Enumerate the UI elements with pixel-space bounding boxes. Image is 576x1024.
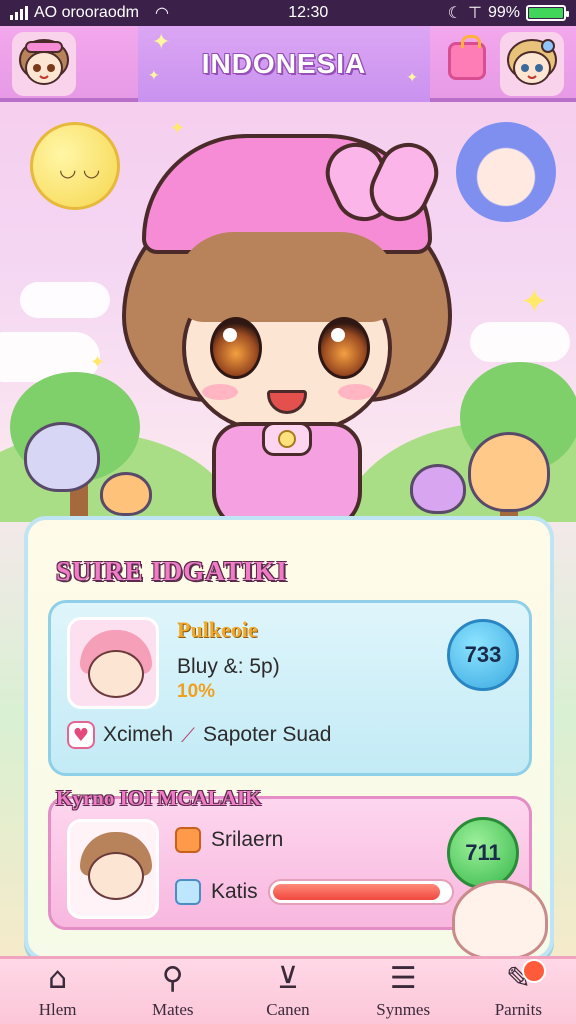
flame-icon	[175, 827, 201, 853]
status-bar: AO orooraodm ◠ 12:30 ☾ ⊤ 99%	[0, 0, 576, 26]
chibi-avatar-icon	[19, 39, 69, 85]
footer-left-label: Xcimeh	[103, 723, 174, 746]
friend-avatar[interactable]	[500, 32, 564, 96]
team-avatar	[67, 819, 159, 919]
nav-item-mates[interactable]: ⚲ Mates	[123, 963, 223, 1020]
search-icon: ⚲	[161, 961, 184, 996]
nav-item-synmes[interactable]: ☰ Synmes	[353, 963, 453, 1020]
cat-mascot	[24, 422, 100, 492]
footer-right-label: Sapoter Suad	[203, 723, 332, 746]
blush	[338, 384, 374, 400]
character-eye	[210, 317, 262, 379]
sparkle-icon: ✦	[152, 30, 171, 55]
header-title-box: ✦ ✦ ✦ INDONESIA	[138, 26, 430, 102]
nav-item-canen[interactable]: ⊻ Canen	[238, 963, 338, 1020]
wifi-icon: ◠	[154, 5, 169, 22]
list-icon: ☰	[389, 961, 417, 996]
dress-gem	[278, 430, 296, 448]
cloud	[470, 322, 570, 362]
battery-fill	[528, 8, 563, 18]
team-row-label: Srilaern	[211, 828, 284, 851]
nav-label: Mates	[152, 1000, 194, 1019]
battery-percent: 99%	[487, 4, 520, 21]
progress-fill	[272, 884, 440, 900]
progress-bar	[267, 879, 454, 905]
signal-icon	[10, 6, 28, 20]
team-row: Srilaern	[175, 827, 283, 853]
nav-item-home[interactable]: ⌂ Hlem	[8, 963, 108, 1020]
headphone-icon: ⊤	[468, 5, 482, 22]
gift-icon[interactable]	[448, 35, 486, 80]
player-stat: Bluy &: 5p)	[177, 655, 280, 678]
chevron-circle-icon: ⊻	[276, 961, 299, 996]
nav-item-parnits[interactable]: ✎ Parnits	[468, 959, 568, 1020]
smile-face: ◡ ◡	[59, 157, 101, 181]
sparkle-icon: ✦	[406, 70, 418, 86]
nav-label: Parnits	[494, 1000, 542, 1019]
moon-icon: ☾	[447, 5, 463, 22]
sparkle-icon: ✦	[520, 282, 549, 322]
clock: 12:30	[288, 4, 329, 21]
header: ✦ ✦ ✦ INDONESIA	[0, 26, 576, 102]
card-footer: ♥ Xcimeh ⟋ Sapoter Suad	[67, 721, 331, 749]
page-title: INDONESIA	[201, 48, 367, 79]
nav-label: Canen	[266, 1000, 310, 1019]
section-title: Kyrno IOI MCALAIK	[56, 786, 262, 810]
team-row: Katis	[175, 879, 454, 905]
water-icon	[175, 879, 201, 905]
balloon-mascot: ◡ ◡	[30, 122, 120, 210]
blush	[202, 384, 238, 400]
avatar-face	[88, 650, 144, 698]
player-percent: 10%	[177, 681, 216, 702]
score-badge[interactable]: 733	[447, 619, 519, 691]
panel-title: SUIRE IDGATIKI	[56, 556, 288, 586]
sparkle-icon: ✦	[148, 68, 160, 84]
profile-avatar[interactable]	[12, 32, 76, 96]
bottom-nav: ⌂ Hlem ⚲ Mates ⊻ Canen ☰ Synmes ✎ Parnit…	[0, 956, 576, 1024]
player-avatar	[67, 617, 159, 709]
character-fringe	[174, 232, 400, 322]
corgi-mascot	[468, 432, 550, 512]
score-badge[interactable]: 711	[447, 817, 519, 889]
sword-icon: ⟋	[181, 723, 196, 747]
notification-badge	[522, 959, 547, 983]
battery-icon	[525, 5, 569, 21]
chibi-avatar-icon	[507, 39, 557, 85]
avatar-face	[88, 852, 144, 900]
cloud	[20, 282, 110, 318]
cat-mascot	[452, 880, 548, 960]
carrier-label: AO orooraodm	[34, 4, 139, 21]
nav-label: Hlem	[38, 1000, 77, 1019]
main-character[interactable]	[112, 122, 462, 522]
home-icon: ⌂	[48, 961, 68, 996]
player-name: Pulkeoie	[177, 617, 258, 642]
blue-hair-mascot	[456, 122, 556, 222]
nav-label: Synmes	[376, 1000, 431, 1019]
team-row-label: Katis	[211, 880, 258, 903]
character-eye	[318, 317, 370, 379]
hero-scene: ◡ ◡ ✦ ✦ ✦	[0, 102, 576, 522]
player-card[interactable]: Pulkeoie Bluy &: 5p) 10% 733 ♥ Xcimeh ⟋ …	[48, 600, 532, 776]
sparkle-icon: ✦	[90, 352, 106, 373]
heart-icon[interactable]: ♥	[67, 721, 95, 749]
